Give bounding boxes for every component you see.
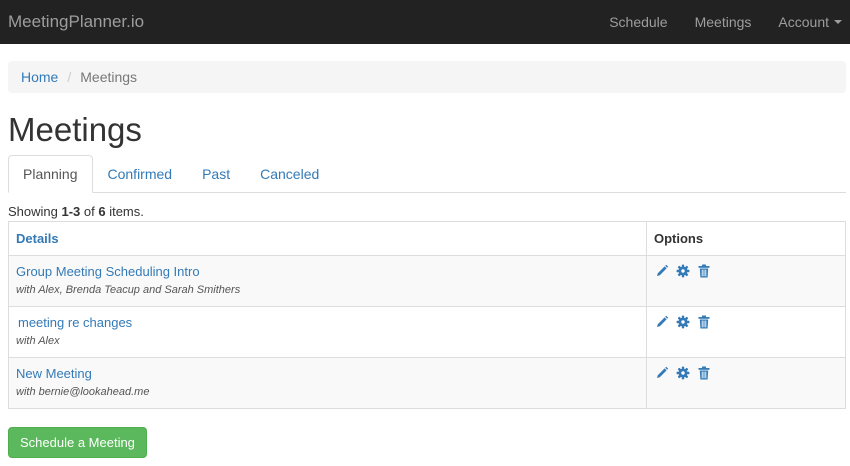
nav-account[interactable]: Account: [778, 14, 842, 30]
options-cell: [646, 306, 846, 358]
breadcrumb-current: Meetings: [80, 69, 138, 85]
caret-down-icon: [834, 20, 842, 24]
summary-total: 6: [98, 204, 106, 219]
nav-meetings[interactable]: Meetings: [695, 14, 752, 30]
breadcrumb: Home / Meetings: [8, 61, 846, 93]
meeting-status-tabs: Planning Confirmed Past Canceled: [8, 155, 846, 193]
table-row: New Meeting with bernie@lookahead.me: [8, 357, 846, 409]
nav-schedule[interactable]: Schedule: [609, 14, 667, 30]
table-header-row: Details Options: [8, 221, 846, 256]
table-row: meeting re changes with Alex: [8, 306, 846, 358]
options-cell: [646, 255, 846, 307]
meetings-table: Details Options Group Meeting Scheduling…: [8, 221, 846, 409]
nav-links: Schedule Meetings Account: [582, 14, 842, 30]
breadcrumb-home[interactable]: Home: [21, 69, 58, 85]
summary-suffix: items.: [105, 204, 144, 219]
pencil-icon[interactable]: [655, 366, 669, 380]
tab-planning[interactable]: Planning: [8, 155, 93, 193]
pencil-icon[interactable]: [655, 315, 669, 329]
options-cell: [646, 357, 846, 409]
pencil-icon[interactable]: [655, 264, 669, 278]
details-cell: Group Meeting Scheduling Intro with Alex…: [8, 255, 647, 307]
summary-of: of: [80, 204, 99, 219]
page-title: Meetings: [8, 111, 142, 148]
tab-confirmed[interactable]: Confirmed: [93, 155, 188, 193]
gear-icon[interactable]: [676, 366, 690, 380]
tab-past[interactable]: Past: [187, 155, 245, 193]
gear-icon[interactable]: [676, 315, 690, 329]
meeting-participants: with bernie@lookahead.me: [16, 386, 150, 398]
summary-range: 1-3: [61, 204, 81, 219]
meeting-title-link[interactable]: meeting re changes: [18, 315, 132, 330]
trash-icon[interactable]: [697, 264, 711, 278]
schedule-meeting-button[interactable]: Schedule a Meeting: [8, 427, 147, 458]
results-summary: Showing 1-3 of 6 items.: [8, 204, 850, 219]
meeting-participants: with Alex: [16, 335, 60, 347]
meeting-title-link[interactable]: New Meeting: [16, 366, 92, 381]
top-navbar: MeetingPlanner.io Schedule Meetings Acco…: [0, 0, 850, 44]
gear-icon[interactable]: [676, 264, 690, 278]
column-header-details[interactable]: Details: [8, 221, 647, 256]
brand-logo[interactable]: MeetingPlanner.io: [8, 12, 144, 32]
summary-prefix: Showing: [8, 204, 62, 219]
nav-account-label: Account: [778, 14, 829, 30]
meeting-title-link[interactable]: Group Meeting Scheduling Intro: [16, 264, 200, 279]
trash-icon[interactable]: [697, 315, 711, 329]
details-cell: New Meeting with bernie@lookahead.me: [8, 357, 647, 409]
column-header-options: Options: [646, 221, 846, 256]
trash-icon[interactable]: [697, 366, 711, 380]
breadcrumb-separator: /: [67, 69, 72, 85]
tab-canceled[interactable]: Canceled: [245, 155, 334, 193]
table-row: Group Meeting Scheduling Intro with Alex…: [8, 255, 846, 307]
meeting-participants: with Alex, Brenda Teacup and Sarah Smith…: [16, 284, 241, 296]
details-cell: meeting re changes with Alex: [8, 306, 647, 358]
